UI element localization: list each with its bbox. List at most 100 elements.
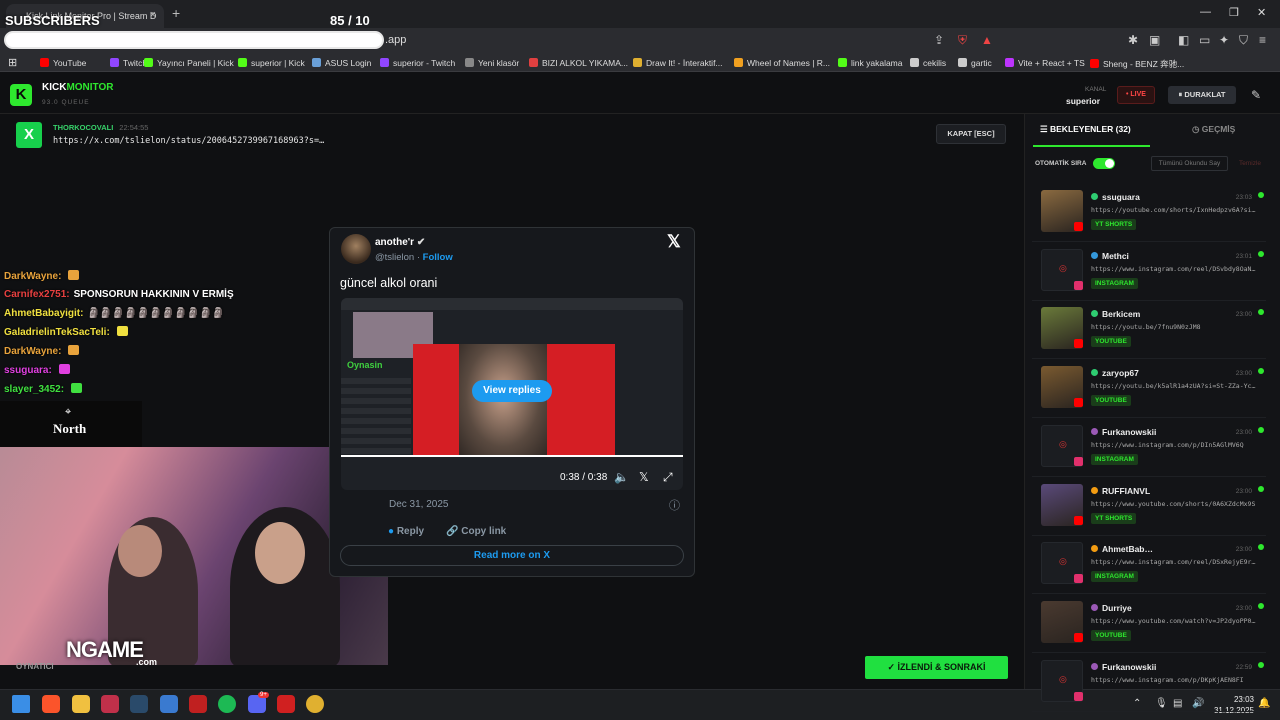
bookmark-item[interactable]: Wheel of Names | R...	[734, 58, 830, 68]
apps-grid-icon[interactable]: ⊞	[8, 56, 17, 69]
chat-username[interactable]: AhmetBabayigit:	[4, 308, 83, 319]
maximize-button[interactable]: ❐	[1229, 6, 1239, 19]
mark-all-read-button[interactable]: Tümünü Okundu Say	[1151, 156, 1228, 171]
bookmark-item[interactable]: Vite + React + TS	[1005, 58, 1085, 68]
tab-history[interactable]: ◷ GEÇMİŞ	[1192, 124, 1235, 135]
user-badge-icon	[1091, 427, 1098, 435]
start-icon[interactable]	[12, 695, 30, 713]
steam-taskbar-icon[interactable]	[130, 695, 148, 713]
bookmark-item[interactable]: Yayıncı Paneli | Kick	[144, 58, 234, 68]
bookmark-item[interactable]: superior | Kick	[238, 58, 305, 68]
pause-button[interactable]: ⏸ DURAKLAT	[1168, 86, 1236, 104]
close-window-button[interactable]: ✕	[1257, 6, 1266, 19]
tweet-avatar[interactable]	[341, 234, 371, 264]
chat-message: Carnifex2751: SPONSORUN HAKKININ V ERMİŞ	[4, 289, 234, 300]
close-button[interactable]: KAPAT [ESC]	[936, 124, 1006, 144]
tweet-date[interactable]: Dec 31, 2025	[389, 499, 449, 510]
chat-username[interactable]: DarkWayne:	[4, 271, 61, 282]
online-indicator	[1258, 309, 1264, 316]
queue-url[interactable]: https://youtu.be/7fnu9N0zJM8	[1091, 323, 1261, 331]
queue-url[interactable]: https://youtu.be/k5alR1a4zUA?si=St-ZZa-Y…	[1091, 382, 1261, 390]
queue-url[interactable]: https://www.youtube.com/shorts/0A6XZdcMx…	[1091, 500, 1261, 508]
follow-link[interactable]: Follow	[423, 252, 453, 263]
edit-icon[interactable]: ✎	[1251, 88, 1261, 102]
queue-item[interactable]: ◎ Furkanowskii 23:00 https://www.instagram.…	[1032, 421, 1266, 477]
leo-icon[interactable]: ✦	[1219, 33, 1229, 47]
brave-shield-icon[interactable]: ⛨	[958, 33, 967, 48]
bookmark-item[interactable]: YouTube	[40, 58, 86, 68]
explorer-taskbar-icon[interactable]	[72, 695, 90, 713]
queue-item[interactable]: ◎ AhmetBab… 23:00 https://www.instagram.com…	[1032, 538, 1266, 595]
queue-url[interactable]: https://www.instagram.com/p/DIn5AGlMV6Q	[1091, 441, 1261, 449]
queue-item[interactable]: ◎ Methci 23:01 https://www.instagram.com/re…	[1032, 245, 1266, 301]
bookmark-item[interactable]: superior - Twitch	[380, 58, 455, 68]
video-progress-bar[interactable]	[341, 455, 683, 457]
app4-taskbar-icon[interactable]	[277, 695, 295, 713]
bookmark-item[interactable]: Draw It! - İnteraktif...	[633, 58, 723, 68]
tab-waiting[interactable]: ☰ BEKLEYENLER (32)	[1040, 124, 1131, 135]
queue-url[interactable]: https://www.instagram.com/reel/DSvbdy8Oa…	[1091, 265, 1261, 273]
queue-item[interactable]: Berkicem 23:00 https://youtu.be/7fnu9N0zJM…	[1032, 303, 1266, 360]
chat-message: slayer_3452:	[4, 383, 83, 395]
vpn-icon[interactable]: ⛉	[1239, 33, 1248, 48]
clear-button[interactable]: Temizle	[1232, 156, 1268, 171]
current-link-url[interactable]: https://x.com/tslielon/status/2006452739…	[53, 136, 324, 146]
bookmark-item[interactable]: link yakalama	[838, 58, 903, 68]
view-replies-button[interactable]: View replies	[472, 380, 552, 402]
chat-username[interactable]: slayer_3452:	[4, 384, 64, 395]
queue-item[interactable]: Durriye 23:00 https://www.youtube.com/watc…	[1032, 597, 1266, 653]
chat-username[interactable]: ssuguara:	[4, 365, 52, 376]
extensions-icon[interactable]: ✱	[1128, 33, 1138, 47]
auto-queue-toggle[interactable]	[1093, 158, 1115, 169]
x-close-icon[interactable]: 𝕏	[667, 232, 681, 252]
brave-taskbar-icon[interactable]	[42, 695, 60, 713]
reply-button[interactable]: ● Reply	[388, 526, 424, 537]
app-taskbar-icon[interactable]	[101, 695, 119, 713]
read-more-button[interactable]: Read more on X	[340, 545, 684, 566]
queue-url[interactable]: https://www.youtube.com/watch?v=JP2dyoPP…	[1091, 617, 1261, 625]
bookmark-item[interactable]: Sheng - BENZ 奔驰...	[1090, 58, 1184, 70]
queue-item[interactable]: RUFFIANVL 23:00 https://www.youtube.com/sh…	[1032, 480, 1266, 536]
fullscreen-icon[interactable]: ⤢	[663, 470, 673, 485]
url-input[interactable]	[4, 31, 384, 49]
bookmark-item[interactable]: BIZI ALKOL YIKAMA...	[529, 58, 628, 68]
bookmark-item[interactable]: Yeni klasör	[465, 58, 519, 68]
info-icon[interactable]: ⓘ	[669, 497, 680, 513]
queue-url[interactable]: https://youtube.com/shorts/IxnHedpzv6A?s…	[1091, 206, 1261, 214]
user-badge-icon	[1091, 251, 1098, 259]
queue-url[interactable]: https://www.instagram.com/reel/DSxRejyE9…	[1091, 558, 1261, 566]
chat-username[interactable]: Carnifex2751:	[4, 289, 70, 300]
tweet-author-name[interactable]: anothe'r ✔	[375, 237, 425, 248]
watched-next-button[interactable]: ✓ İZLENDİ & SONRAKİ	[865, 656, 1008, 679]
spotify-taskbar-icon[interactable]	[218, 695, 236, 713]
tab-search-icon[interactable]: ▣	[1149, 33, 1160, 47]
rewards-icon[interactable]: ▲	[981, 33, 993, 47]
bookmark-label: gartic	[971, 58, 992, 68]
queue-url[interactable]: https://www.instagram.com/p/DKpKjAEN8FI	[1091, 676, 1261, 684]
chat-username[interactable]: DarkWayne:	[4, 346, 61, 357]
chrome-taskbar-icon[interactable]	[306, 695, 324, 713]
app3-taskbar-icon[interactable]	[189, 695, 207, 713]
online-indicator	[1258, 485, 1264, 492]
chat-username[interactable]: GaladrielinTekSacTeli:	[4, 327, 110, 338]
live-button[interactable]: • LIVE	[1117, 86, 1155, 104]
bookmark-item[interactable]: ASUS Login	[312, 58, 371, 68]
tab-close-icon[interactable]: ×	[150, 9, 156, 21]
bookmark-item[interactable]: Twitch	[110, 58, 147, 68]
app2-taskbar-icon[interactable]	[160, 695, 178, 713]
volume-icon[interactable]: 🔈	[614, 470, 629, 484]
bookmark-item[interactable]: cekilis	[910, 58, 946, 68]
x-logo-icon[interactable]: 𝕏	[639, 470, 649, 484]
queue-item[interactable]: ◎ Furkanowskii 22:59 https://www.instagram.…	[1032, 656, 1266, 712]
queue-item[interactable]: ssuguara 23:03 https://youtube.com/shorts/…	[1032, 186, 1266, 242]
new-tab-button[interactable]: +	[172, 5, 180, 21]
menu-icon[interactable]: ≡	[1259, 33, 1266, 47]
bookmark-item[interactable]: gartic	[958, 58, 992, 68]
bookmark-favicon-icon	[238, 58, 247, 67]
sidebar-icon[interactable]: ◧	[1178, 33, 1189, 47]
share-icon[interactable]: ⇪	[934, 33, 944, 47]
minimize-button[interactable]: —	[1200, 6, 1211, 18]
queue-item[interactable]: zaryop67 23:00 https://youtu.be/k5alR1a4zU…	[1032, 362, 1266, 419]
copy-link-button[interactable]: 🔗 Copy link	[446, 526, 506, 537]
wallet-icon[interactable]: ▭	[1199, 33, 1210, 47]
